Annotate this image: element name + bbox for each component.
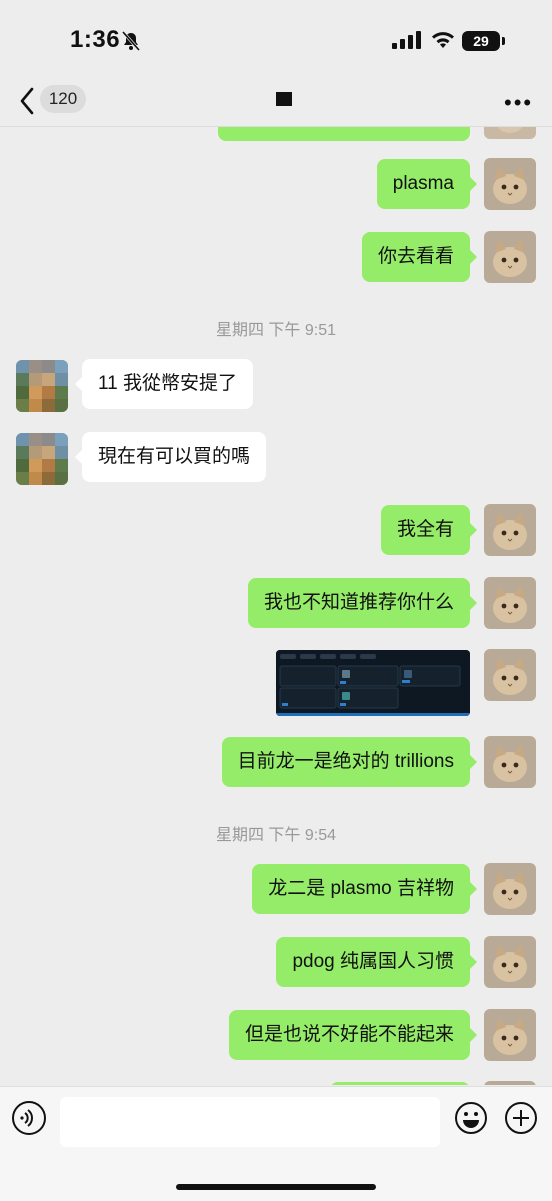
message-bubble-partial[interactable]: [218, 127, 470, 141]
emoji-icon[interactable]: [454, 1101, 488, 1135]
wifi-icon: [432, 32, 454, 48]
chat-header: 120 •••: [0, 80, 552, 127]
cellular-signal-icon: [392, 31, 421, 49]
message-bubble-me[interactable]: 龙二是 plasmo 吉祥物: [252, 864, 477, 914]
message-bubble-me[interactable]: 我全有: [380, 505, 478, 555]
message-bubble-me[interactable]: 你去看看: [361, 232, 478, 282]
status-bar: 1:36 29: [0, 0, 552, 80]
message-bubble-me[interactable]: plasma: [376, 159, 478, 209]
timestamp-divider: 星期四 下午 9:51: [215, 322, 337, 339]
contact-avatar-pixelated[interactable]: [16, 360, 68, 412]
message-bubble-partial[interactable]: [330, 1082, 470, 1085]
chat-title-redacted: [276, 92, 292, 106]
more-options-icon[interactable]: •••: [504, 90, 533, 116]
back-chevron-icon[interactable]: [18, 86, 36, 116]
my-avatar-cat[interactable]: [484, 1009, 536, 1061]
image-message-screenshot[interactable]: [276, 650, 470, 716]
home-indicator: [176, 1184, 376, 1190]
unread-count-badge[interactable]: 120: [40, 85, 86, 113]
my-avatar-cat[interactable]: [484, 863, 536, 915]
my-avatar[interactable]: [484, 127, 536, 139]
contact-avatar-pixelated[interactable]: [16, 433, 68, 485]
my-avatar-cat[interactable]: [484, 158, 536, 210]
message-text-input[interactable]: [60, 1097, 440, 1147]
status-time: 1:36: [70, 26, 121, 53]
chat-messages[interactable]: plasma 你去看看 星期四 下午 9:51 11 我從幣安提了 現在有可以買…: [0, 127, 552, 1085]
message-bubble-them[interactable]: 現在有可以買的嗎: [74, 432, 267, 482]
plus-icon[interactable]: [504, 1101, 538, 1135]
message-bubble-them[interactable]: 11 我從幣安提了: [74, 359, 254, 409]
message-input-bar: [0, 1086, 552, 1201]
message-bubble-me[interactable]: pdog 纯属国人习惯: [276, 937, 477, 987]
my-avatar[interactable]: [484, 1081, 536, 1085]
voice-input-icon[interactable]: [12, 1101, 46, 1135]
my-avatar-cat[interactable]: [484, 577, 536, 629]
my-avatar-cat[interactable]: [484, 649, 536, 701]
silent-bell-icon: [121, 31, 141, 51]
timestamp-divider: 星期四 下午 9:54: [215, 827, 337, 844]
my-avatar-cat[interactable]: [484, 736, 536, 788]
battery-nub: [502, 37, 505, 45]
my-avatar-cat[interactable]: [484, 936, 536, 988]
my-avatar-cat[interactable]: [484, 231, 536, 283]
message-bubble-me[interactable]: 我也不知道推荐你什么: [247, 578, 478, 628]
my-avatar-cat[interactable]: [484, 504, 536, 556]
message-bubble-me[interactable]: 但是也说不好能不能起来: [228, 1010, 478, 1060]
message-bubble-me[interactable]: 目前龙一是绝对的 trillions: [221, 737, 478, 787]
battery-indicator: 29: [462, 31, 500, 51]
